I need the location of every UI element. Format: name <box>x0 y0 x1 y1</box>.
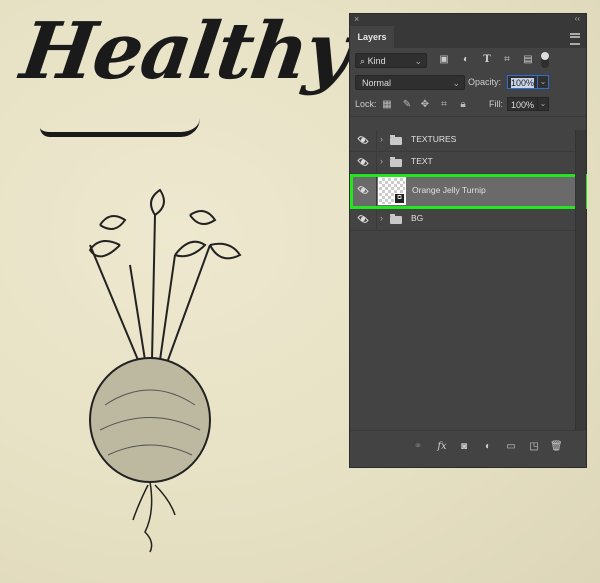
layer-row-textures[interactable]: › TEXTURES <box>350 130 575 152</box>
chevron-down-icon: ⌄ <box>414 56 422 66</box>
new-group-icon[interactable]: ▭ <box>505 441 517 453</box>
expand-arrow-icon[interactable]: › <box>380 134 383 144</box>
eye-pupil <box>361 138 365 142</box>
fill-label: Fill: <box>489 99 503 109</box>
panel-tabs: Layers <box>350 26 586 48</box>
layers-list: › TEXTURES › TEXT ⧉ Orange Jelly Turnip … <box>350 130 587 430</box>
headline-swash <box>40 118 200 137</box>
fill-dropdown[interactable]: ⌄ <box>537 97 549 111</box>
lock-all-icon[interactable]: 🔒︎ <box>457 99 469 111</box>
adjustment-layer-icon[interactable]: ◐ <box>482 441 494 453</box>
layer-name: TEXTURES <box>411 134 457 144</box>
layers-scrollbar[interactable] <box>575 130 586 430</box>
panel-footer: ⚭ fx ◙ ◐ ▭ ◳ 🗑︎ <box>350 430 586 467</box>
smart-object-icon: ⧉ <box>394 193 405 204</box>
blend-mode-value: Normal <box>362 78 392 88</box>
collapse-icon[interactable]: ‹‹ <box>575 14 580 23</box>
eye-pupil <box>361 160 365 164</box>
visibility-toggle[interactable] <box>350 174 377 208</box>
tab-layers[interactable]: Layers <box>350 26 394 48</box>
search-icon: ⌕ <box>360 56 366 66</box>
lock-row: Lock: ▦ ✎ ✥ ⌗ 🔒︎ Fill: 100% ⌄ <box>350 94 586 117</box>
eye-pupil <box>361 217 365 221</box>
filter-row: ⌕ Kind ⌄ ▣ ◐ T ⌗ ▤ <box>350 48 586 72</box>
layers-panel: × ‹‹ Layers ⌕ Kind ⌄ ▣ ◐ T ⌗ ▤ Normal ⌄ … <box>349 13 587 468</box>
filter-kind-label: Kind <box>367 56 386 66</box>
expand-arrow-icon[interactable]: › <box>380 156 383 166</box>
opacity-input[interactable]: 100% <box>507 75 538 89</box>
layer-name: Orange Jelly Turnip <box>412 185 486 195</box>
layer-name: TEXT <box>411 156 433 166</box>
opacity-dropdown[interactable]: ⌄ <box>537 75 549 89</box>
visibility-toggle[interactable] <box>350 152 377 173</box>
lock-label: Lock: <box>355 99 377 109</box>
link-layers-icon[interactable]: ⚭ <box>412 441 424 453</box>
close-icon[interactable]: × <box>354 14 359 24</box>
layer-name: BG <box>411 213 424 223</box>
filter-toggle[interactable] <box>541 52 549 68</box>
layer-row-text[interactable]: › TEXT <box>350 152 575 174</box>
turnip-illustration <box>88 188 242 553</box>
visibility-toggle[interactable] <box>350 209 377 230</box>
panel-menu-icon[interactable] <box>570 33 580 45</box>
layer-thumbnail: ⧉ <box>378 177 406 205</box>
blend-mode-dropdown[interactable]: Normal ⌄ <box>355 75 465 90</box>
type-filter-icon[interactable]: T <box>481 54 493 66</box>
filter-kind-dropdown[interactable]: ⌕ Kind ⌄ <box>355 53 427 68</box>
expand-arrow-icon[interactable]: › <box>380 213 383 223</box>
panel-titlebar: × ‹‹ <box>350 14 586 26</box>
healthy-headline: Healthy <box>15 6 356 97</box>
fill-input[interactable]: 100% <box>507 97 538 111</box>
opacity-label: Opacity: <box>468 77 502 87</box>
lock-artboard-icon[interactable]: ⌗ <box>438 99 450 111</box>
lock-image-pixels-icon[interactable]: ✎ <box>401 99 413 111</box>
new-layer-icon[interactable]: ◳ <box>528 441 540 453</box>
trash-icon[interactable]: 🗑︎ <box>550 441 563 453</box>
blend-row: Normal ⌄ Opacity: 100% ⌄ <box>350 72 586 94</box>
layer-mask-icon[interactable]: ◙ <box>458 441 470 453</box>
folder-icon <box>390 214 402 224</box>
eye-pupil <box>361 188 365 192</box>
folder-icon <box>390 135 402 145</box>
layer-row-orange-jelly-turnip[interactable]: ⧉ Orange Jelly Turnip <box>350 174 587 209</box>
pixel-filter-icon[interactable]: ▣ <box>438 54 450 66</box>
visibility-toggle[interactable] <box>350 130 377 151</box>
fx-icon[interactable]: fx <box>436 441 448 453</box>
lock-transparent-pixels-icon[interactable]: ▦ <box>381 99 393 111</box>
smart-object-filter-icon[interactable]: ▤ <box>522 54 534 66</box>
chevron-down-icon: ⌄ <box>452 78 460 88</box>
layer-row-bg[interactable]: › BG <box>350 209 575 231</box>
lock-position-icon[interactable]: ✥ <box>419 99 431 111</box>
shape-filter-icon[interactable]: ⌗ <box>501 54 513 66</box>
adjustment-filter-icon[interactable]: ◐ <box>460 54 472 66</box>
folder-icon <box>390 157 402 167</box>
